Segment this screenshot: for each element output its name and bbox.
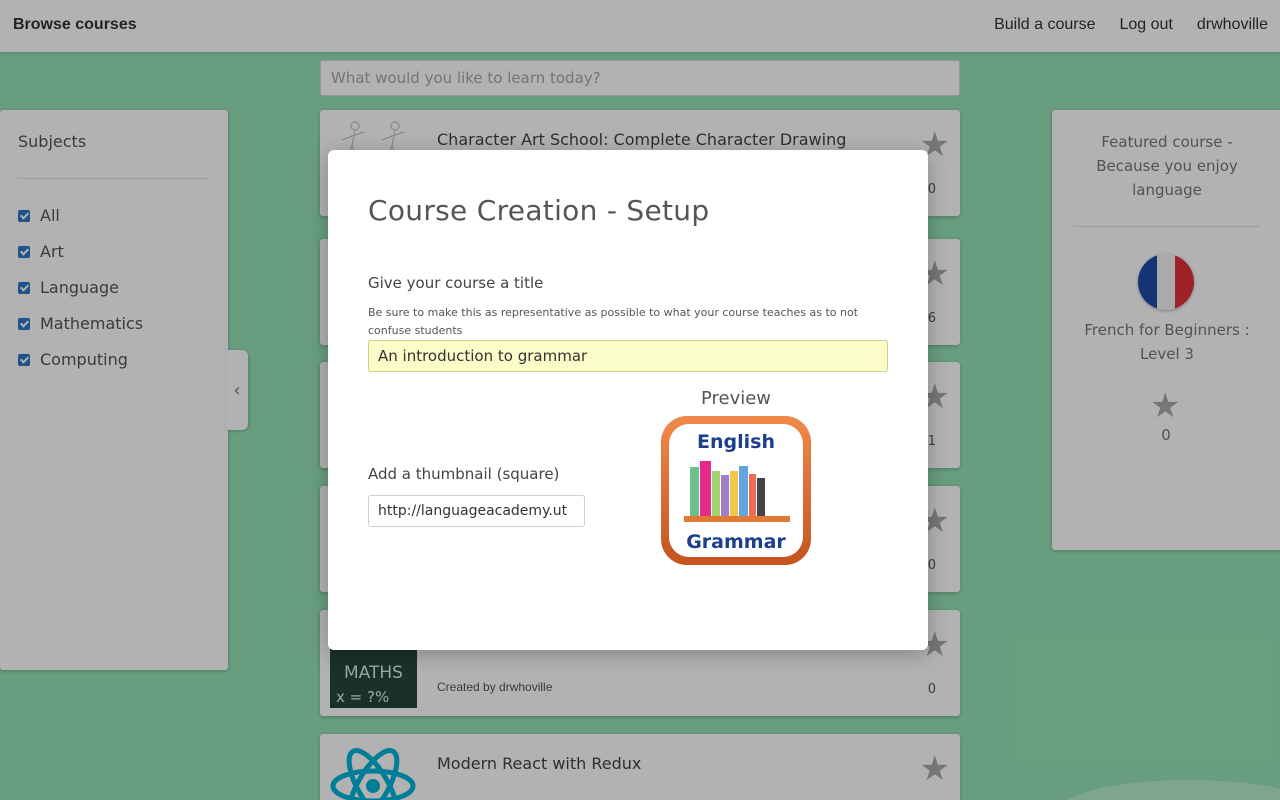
course-title-input[interactable] <box>368 340 888 372</box>
preview-word-grammar: Grammar <box>686 531 786 553</box>
thumbnail-label: Add a thumbnail (square) <box>368 465 560 483</box>
title-label: Give your course a title <box>368 274 544 292</box>
preview-label: Preview <box>700 388 772 409</box>
thumbnail-preview-image: English Grammar <box>661 416 811 565</box>
course-setup-modal: Course Creation - Setup Give your course… <box>328 150 928 650</box>
preview-word-english: English <box>697 431 775 453</box>
modal-title: Course Creation - Setup <box>368 194 710 227</box>
thumbnail-url-input[interactable] <box>368 495 585 527</box>
title-hint: Be sure to make this as representative a… <box>368 306 858 337</box>
